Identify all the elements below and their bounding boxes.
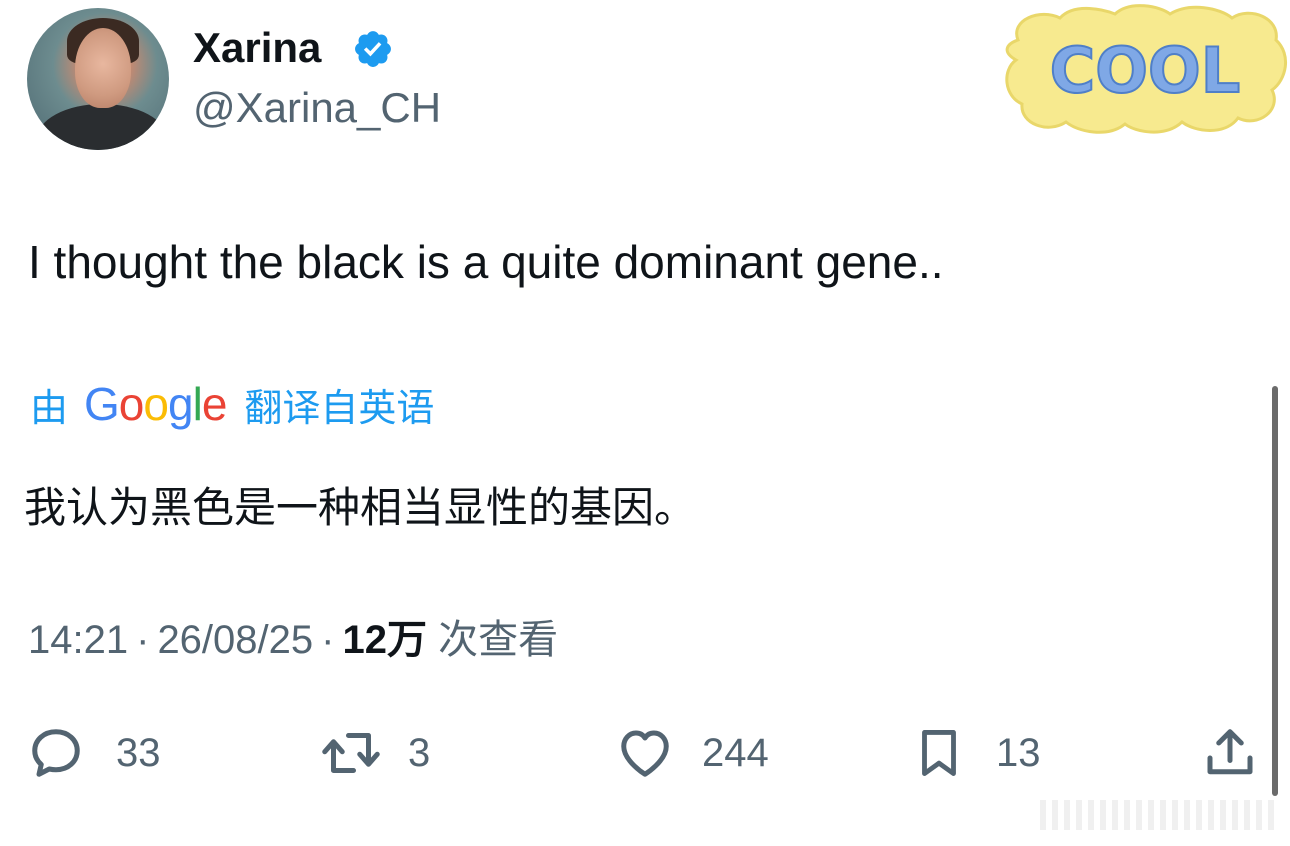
verified-badge-icon — [355, 31, 391, 67]
bookmark-count: 13 — [996, 730, 1041, 775]
retweet-button[interactable]: 3 — [318, 718, 430, 788]
like-count: 244 — [702, 730, 769, 775]
bookmark-button[interactable]: 13 — [910, 718, 1041, 788]
tweet-time[interactable]: 14:21 — [28, 618, 128, 662]
translation-prefix: 由 — [30, 385, 69, 430]
bookmark-icon — [922, 730, 956, 776]
share-button[interactable] — [1200, 718, 1260, 788]
reply-icon — [32, 729, 80, 777]
meta-separator: · — [321, 618, 335, 662]
author-handle[interactable]: @Xarina_CH — [193, 82, 441, 134]
watermark — [1040, 800, 1280, 830]
tweet-text: I thought the black is a quite dominant … — [28, 236, 944, 288]
google-logo: Google — [84, 378, 227, 430]
translation-attribution[interactable]: 由 Google 翻译自英语 — [30, 376, 434, 432]
views-label: 次查看 — [438, 618, 559, 662]
views-count: 12万 — [342, 618, 427, 662]
like-button[interactable]: 244 — [614, 718, 769, 788]
retweet-icon — [322, 733, 380, 773]
heart-icon — [621, 730, 669, 777]
avatar[interactable] — [27, 8, 169, 150]
translated-text: 我认为黑色是一种相当显性的基因。 — [24, 483, 697, 532]
share-icon — [1207, 729, 1253, 775]
action-bar: 33 3 244 13 — [0, 718, 1290, 788]
tweet-date[interactable]: 26/08/25 — [157, 618, 313, 662]
tweet-page: Xarina @Xarina_CH COOL I thought the bla… — [0, 0, 1290, 846]
reply-count: 33 — [116, 730, 161, 775]
sticker-text: COOL — [1050, 34, 1240, 107]
retweet-count: 3 — [408, 730, 431, 775]
scrollbar[interactable] — [1272, 386, 1278, 796]
tweet-meta: 14:21 · 26/08/25 · 12万 次查看 — [28, 612, 558, 668]
author-display-name[interactable]: Xarina — [193, 22, 321, 74]
cool-sticker: COOL — [1005, 4, 1288, 134]
meta-separator: · — [136, 618, 150, 662]
translation-suffix: 翻译自英语 — [244, 385, 435, 430]
reply-button[interactable]: 33 — [26, 718, 161, 788]
